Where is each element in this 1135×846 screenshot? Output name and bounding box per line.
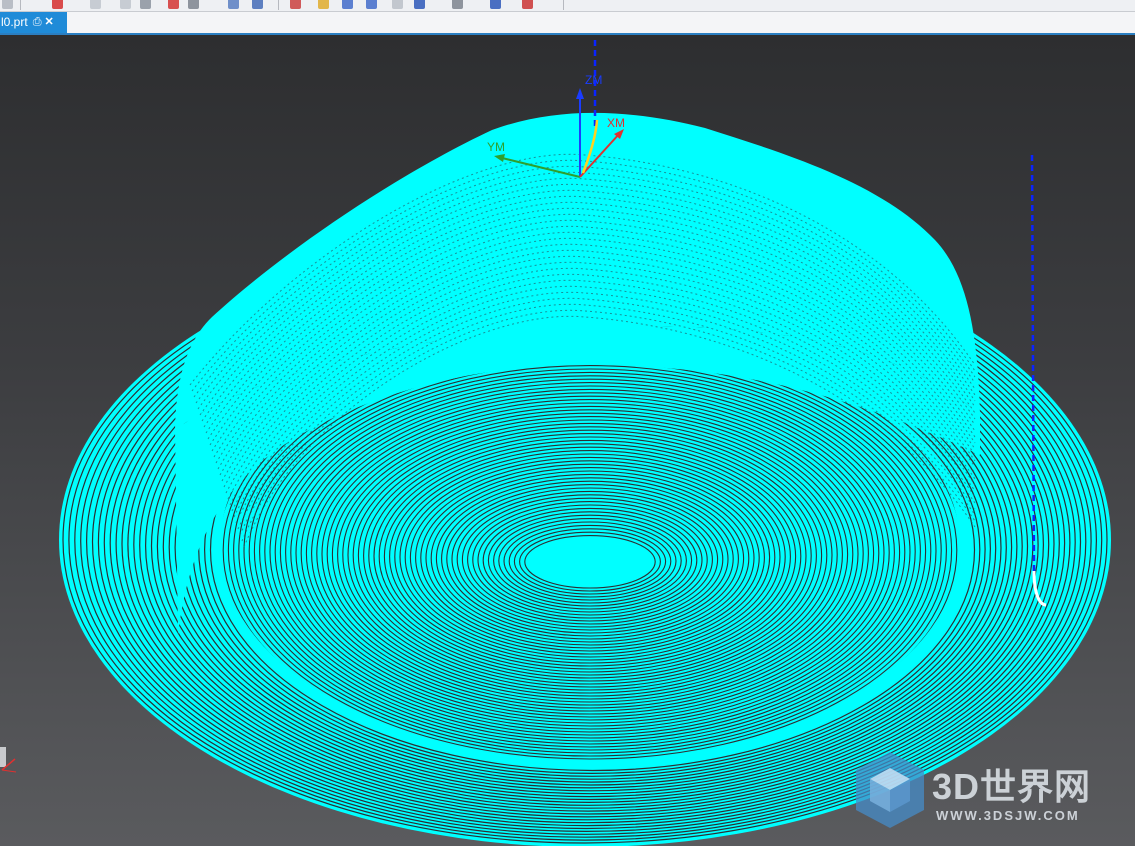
toolbar-icon[interactable] bbox=[290, 0, 301, 9]
toolbar-icon[interactable] bbox=[52, 0, 63, 9]
toolbar-icon[interactable] bbox=[140, 0, 151, 9]
main-toolbar bbox=[0, 0, 1135, 12]
document-tab-bar: l0.prt ⎙ ✕ bbox=[0, 12, 1135, 33]
toolbar-icon[interactable] bbox=[342, 0, 353, 9]
watermark-cube-icon bbox=[856, 752, 924, 828]
toolbar-icon[interactable] bbox=[414, 0, 425, 9]
toolbar-icon[interactable] bbox=[366, 0, 377, 9]
toolbar-separator bbox=[20, 0, 21, 10]
toolbar-icon[interactable] bbox=[228, 0, 239, 9]
document-tab[interactable]: l0.prt ⎙ ✕ bbox=[0, 12, 67, 33]
view-triad bbox=[0, 747, 17, 773]
wcs-z-label: ZM bbox=[585, 73, 602, 87]
toolbar-icon[interactable] bbox=[522, 0, 533, 9]
toolbar-separator bbox=[278, 0, 279, 10]
watermark-url: WWW.3DSJW.COM bbox=[936, 808, 1080, 823]
toolbar-icon[interactable] bbox=[392, 0, 403, 9]
document-tab-label: l0.prt bbox=[1, 15, 28, 29]
watermark: 3D世界网 WWW.3DSJW.COM bbox=[850, 748, 1120, 838]
close-tab-button[interactable]: ✕ bbox=[45, 12, 54, 33]
toolbar-icon[interactable] bbox=[90, 0, 101, 9]
toolbar-icon[interactable] bbox=[168, 0, 179, 9]
toolbar-icon[interactable] bbox=[2, 0, 13, 9]
toolbar-icon[interactable] bbox=[318, 0, 329, 9]
wcs-y-label: YM bbox=[487, 140, 505, 154]
wcs-x-label: XM bbox=[607, 116, 625, 130]
toolbar-icon[interactable] bbox=[188, 0, 199, 9]
toolbar-icon[interactable] bbox=[120, 0, 131, 9]
toolbar-separator bbox=[563, 0, 564, 10]
toolbar-icon[interactable] bbox=[490, 0, 501, 9]
toolbar-icon[interactable] bbox=[252, 0, 263, 9]
graphics-viewport[interactable]: ZM XM YM 3D世界网 WWW.3DSJW.COM bbox=[0, 35, 1135, 846]
toolbar-icon[interactable] bbox=[452, 0, 463, 9]
document-pin-icon[interactable]: ⎙ bbox=[33, 12, 42, 33]
toolpath-canvas: ZM XM YM bbox=[0, 40, 1111, 846]
watermark-title: 3D世界网 bbox=[932, 766, 1092, 807]
